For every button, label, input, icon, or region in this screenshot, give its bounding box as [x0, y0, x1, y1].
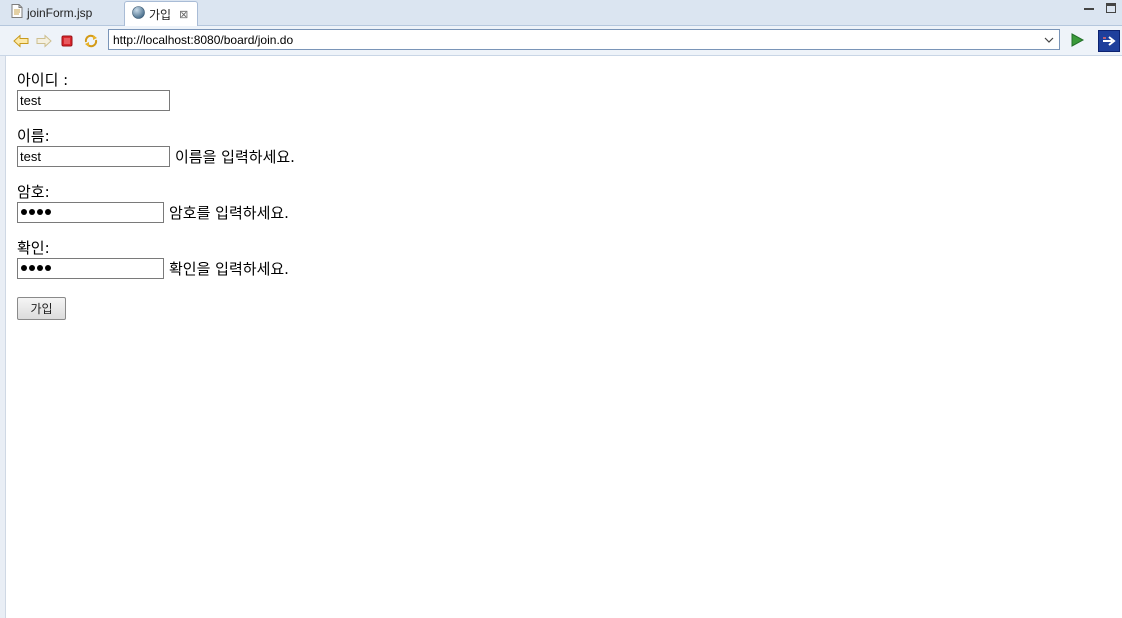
confirm-label: 확인: [17, 239, 50, 257]
name-input[interactable] [17, 145, 170, 167]
external-browser-icon[interactable] [1098, 30, 1120, 52]
id-field: 아이디 : [17, 72, 170, 111]
confirm-password-input[interactable] [17, 257, 164, 279]
password-hint: 암호를 입력하세요. [169, 203, 289, 222]
address-bar[interactable] [108, 29, 1060, 50]
maximize-icon[interactable] [1106, 3, 1116, 13]
name-hint: 이름을 입력하세요. [175, 147, 295, 166]
minimize-icon[interactable] [1084, 3, 1094, 10]
password-field: 암호: 암호를 입력하세요. [17, 184, 289, 223]
confirm-hint: 확인을 입력하세요. [169, 259, 289, 278]
tab-label: 가입 [149, 7, 172, 22]
jsp-file-icon [11, 4, 23, 21]
go-play-icon[interactable] [1069, 32, 1085, 48]
tab-join-page[interactable]: 가입 ⊠ [124, 1, 198, 26]
id-label: 아이디 : [17, 71, 69, 89]
join-submit-button[interactable]: 가입 [17, 297, 66, 320]
password-label: 암호: [17, 183, 50, 201]
close-tab-icon[interactable]: ⊠ [179, 8, 188, 21]
tab-label: joinForm.jsp [27, 5, 93, 20]
editor-tab-strip: joinForm.jsp 가입 ⊠ [0, 0, 1122, 26]
confirm-field: 확인: 확인을 입력하세요. [17, 240, 289, 279]
password-input[interactable] [17, 201, 164, 223]
tab-joinform-jsp[interactable]: joinForm.jsp [4, 0, 120, 25]
globe-icon [132, 6, 145, 22]
id-input[interactable] [17, 89, 170, 111]
stop-icon[interactable] [58, 32, 76, 50]
window-controls [1084, 3, 1116, 13]
back-arrow-icon[interactable] [12, 32, 30, 50]
forward-arrow-icon[interactable] [35, 32, 53, 50]
refresh-icon[interactable] [82, 32, 100, 50]
chevron-down-icon[interactable] [1043, 32, 1055, 47]
name-field: 이름: 이름을 입력하세요. [17, 128, 295, 167]
name-label: 이름: [17, 127, 50, 145]
browser-toolbar [0, 26, 1122, 56]
url-input[interactable] [111, 31, 1035, 48]
left-panel-edge [0, 56, 6, 618]
